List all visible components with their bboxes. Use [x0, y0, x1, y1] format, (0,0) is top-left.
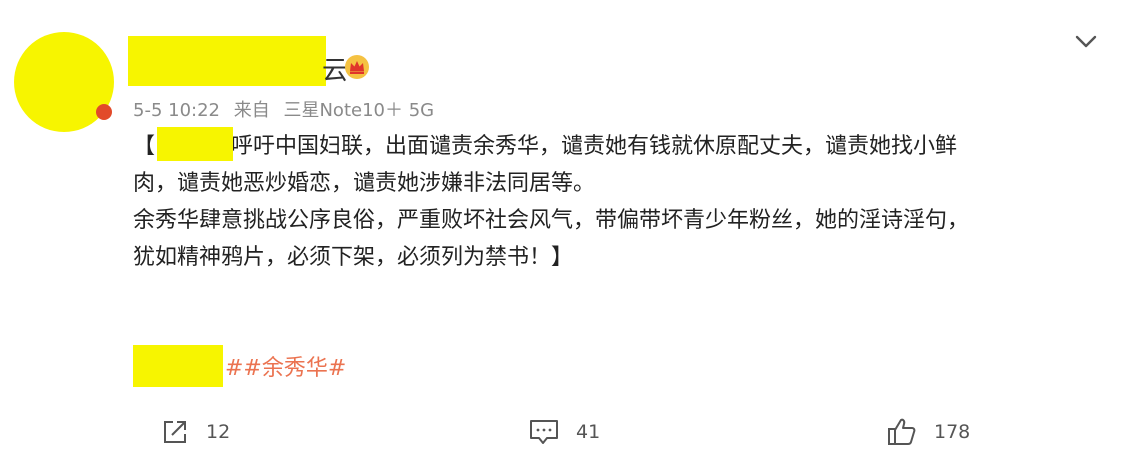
chevron-down-icon[interactable] — [1072, 32, 1100, 52]
share-button[interactable]: 12 — [160, 414, 230, 450]
share-count: 12 — [206, 421, 231, 443]
open-bracket: 【 — [133, 134, 156, 159]
username-redaction — [128, 36, 326, 86]
post-meta: 5-5 10:22 来自 三星Note10＋ 5G — [133, 96, 442, 122]
thumbs-up-icon — [888, 418, 916, 445]
device-name: 三星Note10＋ 5G — [283, 100, 435, 121]
weibo-post-card: 云 5-5 10:22 来自 三星Note10＋ 5G 【呼吁中国妇联，出面谴责… — [0, 0, 1126, 458]
comment-button[interactable]: 41 — [528, 414, 600, 450]
topic-row: ##余秀华# — [133, 345, 346, 387]
like-button[interactable]: 178 — [886, 414, 970, 450]
comment-count: 41 — [576, 421, 601, 443]
topic-hashtag[interactable]: ##余秀华# — [225, 350, 346, 382]
post-content: 【 呼吁中国妇联，出面谴责余秀华，谴责她有钱就休原配丈夫，谴责她找小鲜 肉，谴责她… — [133, 127, 1093, 276]
content-line-4: 犹如精神鸦片，必须下架，必须列为禁书！】 — [133, 245, 574, 270]
like-count: 178 — [934, 421, 971, 443]
post-time[interactable]: 5-5 10:22 — [133, 100, 220, 121]
content-line-2: 肉，谴责她恶炒婚恋，谴责她涉嫌非法同居等。 — [133, 171, 596, 196]
name-redaction — [157, 127, 234, 161]
avatar-badge — [96, 104, 112, 120]
content-line-1: 【 呼吁中国妇联，出面谴责余秀华，谴责她有钱就休原配丈夫，谴责她找小鲜 — [133, 127, 1093, 165]
comment-icon — [530, 420, 558, 444]
content-line-1-text: 呼吁中国妇联，出面谴责余秀华，谴责她有钱就休原配丈夫，谴责她找小鲜 — [231, 134, 958, 159]
share-icon — [164, 421, 186, 443]
content-line-3: 余秀华肆意挑战公序良俗，严重败坏社会风气，带偏带坏青少年粉丝，她的淫诗淫句， — [133, 208, 970, 233]
source-label: 来自 — [233, 100, 270, 121]
vip-crown-icon[interactable] — [344, 54, 370, 80]
topic-redaction — [133, 345, 223, 387]
